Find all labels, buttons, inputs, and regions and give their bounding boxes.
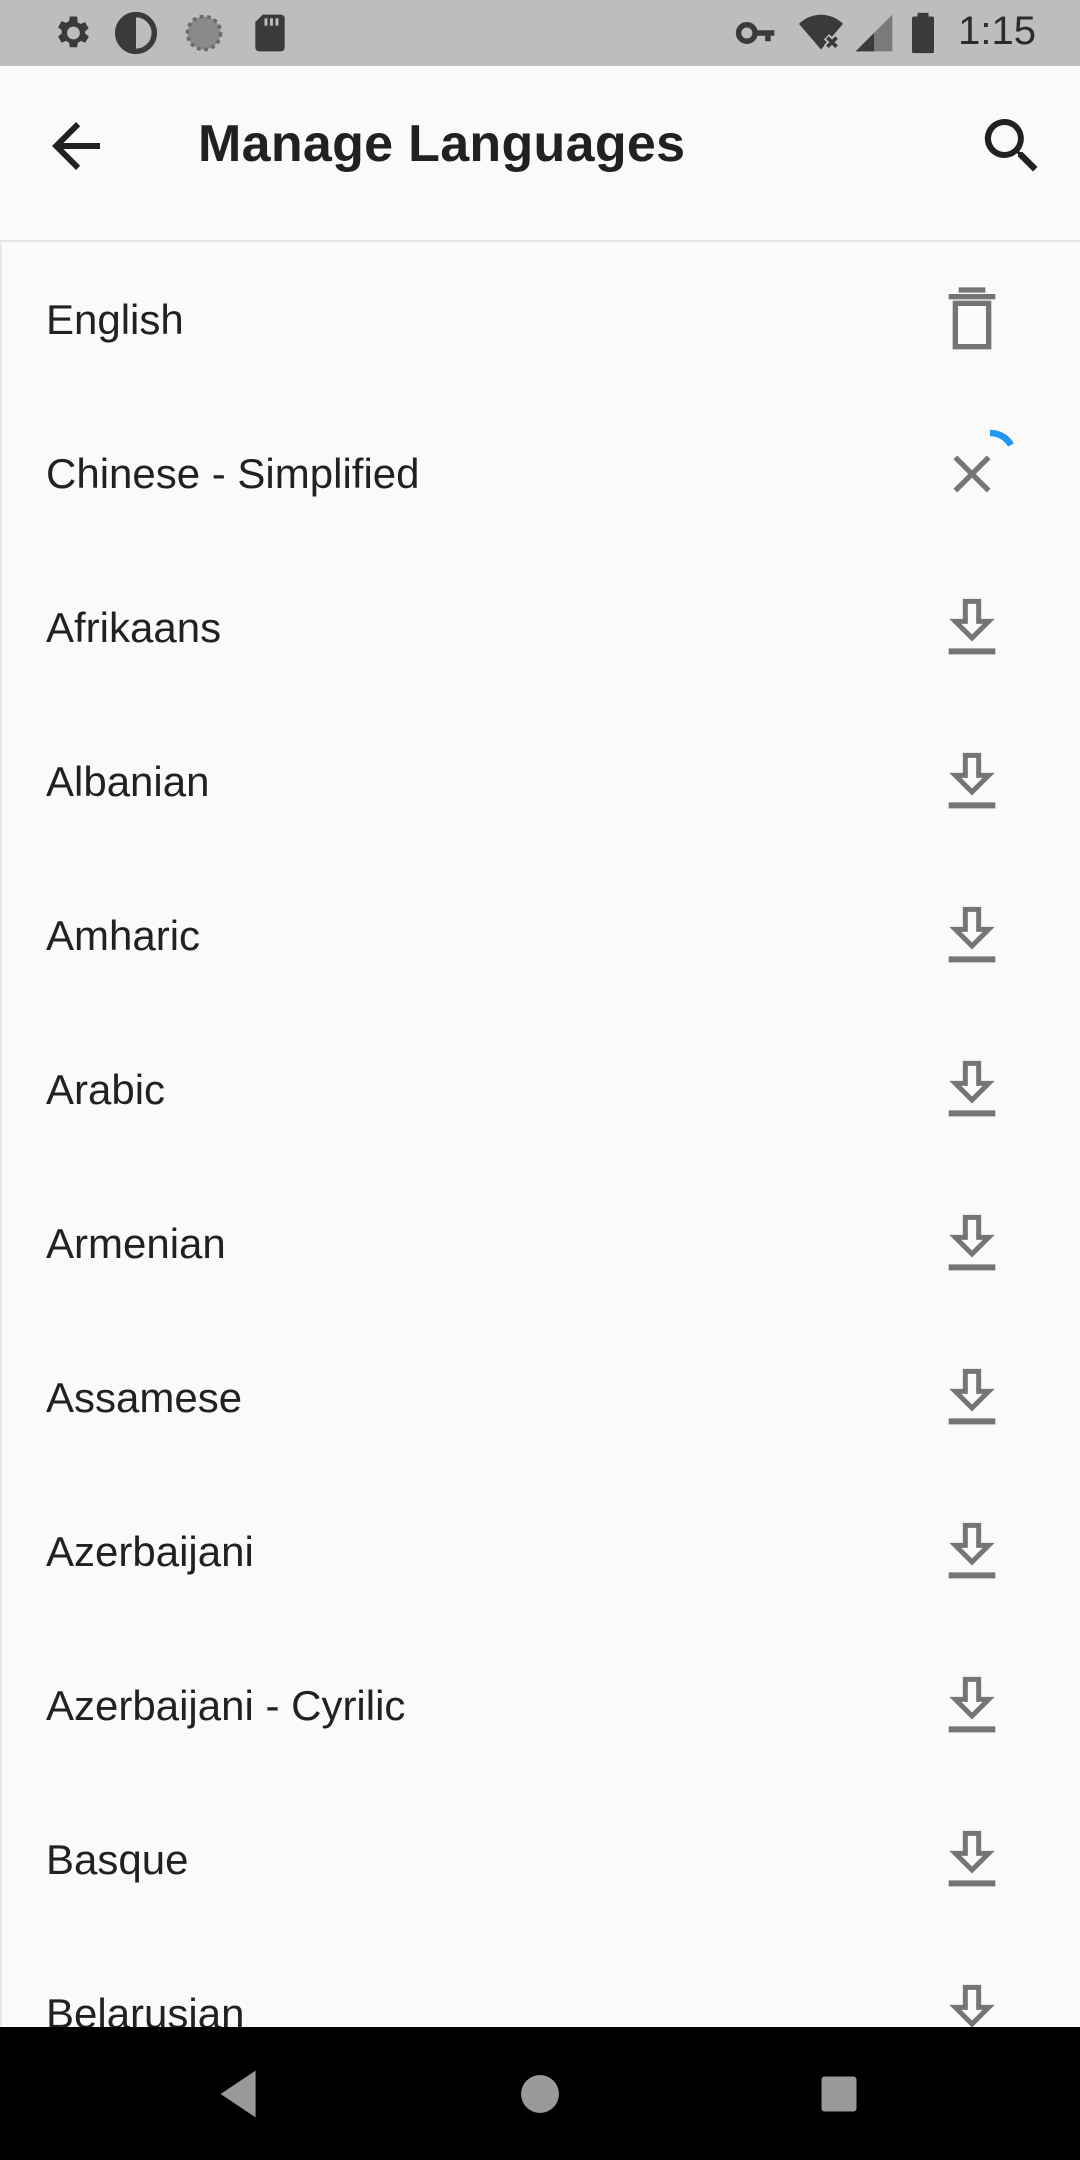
language-list: English Chinese - Simplified Afrikaans A… [0,243,1080,2027]
language-row-armenian[interactable]: Armenian [2,1167,1080,1321]
download-icon [948,1368,996,1425]
download-icon [949,1984,995,2027]
vpn-key-icon [734,11,778,55]
language-name: Amharic [46,912,201,959]
home-circle-icon [521,2075,559,2113]
download-icon [948,1522,996,1579]
language-name: Belarusian [46,1990,245,2027]
language-name: Afrikaans [46,604,222,651]
language-row-assamese[interactable]: Assamese [2,1321,1080,1475]
download-button[interactable] [932,1050,1012,1130]
language-row-basque[interactable]: Basque [2,1783,1080,1937]
nav-recents-button[interactable] [804,2059,874,2129]
language-name: Azerbaijani - Cyrilic [46,1682,406,1729]
language-name: Basque [46,1836,189,1883]
arrow-back-icon [52,122,100,170]
back-triangle-icon [220,2070,256,2118]
language-row-azerbaijani[interactable]: Azerbaijani [2,1475,1080,1629]
download-icon [948,1060,996,1117]
language-row-amharic[interactable]: Amharic [2,859,1080,1013]
language-row-english[interactable]: English [2,243,1080,397]
download-button[interactable] [932,1204,1012,1284]
download-progress-spinner [989,429,1014,447]
download-icon [948,752,996,809]
recents-square-icon [821,2076,857,2112]
language-name: Assamese [46,1374,243,1421]
app-bar: Manage Languages [0,66,1080,242]
battery-icon [906,11,940,55]
brightness-icon [114,11,158,55]
download-icon [948,1676,996,1733]
language-row-arabic[interactable]: Arabic [2,1013,1080,1167]
download-icon [948,906,996,963]
nav-back-button[interactable] [206,2059,276,2129]
language-row-azerbaijani-cyrilic[interactable]: Azerbaijani - Cyrilic [2,1629,1080,1783]
language-row-albanian[interactable]: Albanian [2,705,1080,859]
sync-icon [182,11,226,55]
delete-icon [948,287,996,350]
download-button[interactable] [932,896,1012,976]
settings-icon [50,11,94,55]
download-button[interactable] [932,1358,1012,1438]
download-icon [948,1214,996,1271]
language-name: Armenian [46,1220,226,1267]
language-name: Arabic [46,1066,166,1113]
status-time: 1:15 [958,9,1036,53]
nav-home-button[interactable] [505,2059,575,2129]
download-icon [948,1830,996,1887]
language-row-chinese-simplified[interactable]: Chinese - Simplified [2,397,1080,551]
wifi-off-icon [796,11,846,55]
download-icon [948,598,996,655]
language-row-afrikaans[interactable]: Afrikaans [2,551,1080,705]
search-icon [984,119,1038,172]
language-name: Albanian [46,758,210,805]
language-name: English [46,296,184,343]
download-button[interactable] [932,588,1012,668]
download-button[interactable] [932,1820,1012,1900]
system-nav-bar [0,2027,1080,2160]
download-button[interactable] [932,1974,1012,2027]
language-row-belarusian[interactable]: Belarusian [2,1937,1080,2027]
back-button[interactable] [40,110,112,182]
download-button[interactable] [932,1666,1012,1746]
signal-icon [852,11,896,55]
status-bar: 1:15 [0,0,1080,66]
page-title: Manage Languages [198,115,686,173]
download-button[interactable] [932,742,1012,822]
language-name: Chinese - Simplified [46,450,420,497]
sd-card-icon [248,11,292,55]
download-button[interactable] [932,1512,1012,1592]
delete-button[interactable] [932,280,1012,360]
language-name: Azerbaijani [46,1528,254,1575]
search-button[interactable] [976,110,1048,182]
